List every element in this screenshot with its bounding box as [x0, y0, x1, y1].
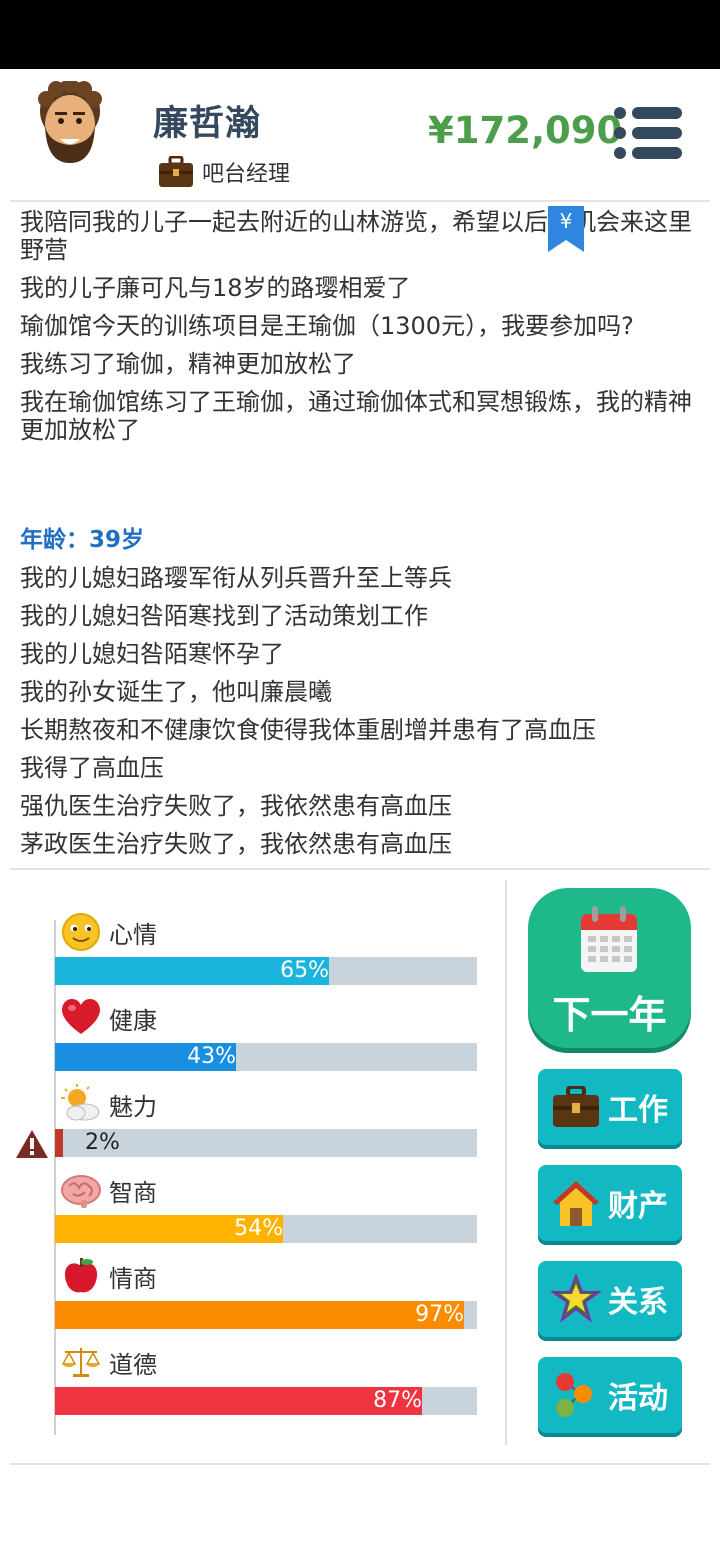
log-line: 我在瑜伽馆练习了王瑜伽，通过瑜伽体式和冥想锻炼，我的精神更加放松了 [20, 388, 692, 444]
warning-icon [16, 1130, 48, 1158]
stat-percent: 2% [85, 1130, 120, 1155]
footer-divider [10, 1463, 710, 1465]
stat-label: 情商 [109, 1264, 157, 1293]
stat-percent: 43% [187, 1044, 236, 1069]
house-icon [553, 1181, 599, 1226]
next-year-label: 下一年 [552, 993, 667, 1037]
calendar-icon [581, 906, 637, 972]
log-line: 我陪同我的儿子一起去附近的山林游览，希望以后有机会来这里野营 [20, 208, 692, 264]
stat-fill [55, 1301, 464, 1329]
log-line: 我练习了瑜伽，精神更加放松了 [20, 350, 356, 378]
stat-bar: 87% [55, 1387, 477, 1415]
sun-cloud-icon [61, 1084, 100, 1121]
log-line: 我的儿媳妇咎陌寒怀孕了 [20, 640, 284, 668]
brain-icon [61, 1175, 101, 1208]
stat-label: 心情 [109, 920, 157, 949]
stat-fill [55, 1387, 422, 1415]
stats-panel: 心情 65% 健康 43% 魅力 2% 智商 54% 情商 97% 道德 87% [10, 880, 510, 1435]
stat-mood: 心情 65% [55, 912, 477, 998]
apple-icon [64, 1258, 98, 1293]
panel-divider [505, 880, 507, 1445]
star-icon [551, 1274, 601, 1323]
log-line: 茅政医生治疗失败了，我依然患有高血压 [20, 830, 452, 858]
job-label: 吧台经理 [158, 154, 290, 190]
stat-percent: 87% [373, 1388, 422, 1413]
stat-eq: 情商 97% [55, 1256, 477, 1342]
avatar[interactable] [32, 81, 108, 165]
scales-icon [61, 1348, 101, 1377]
activity-dots-icon [556, 1373, 592, 1417]
work-button[interactable]: 工作 [538, 1069, 682, 1145]
header-divider [10, 200, 710, 202]
stat-fill [55, 1129, 63, 1157]
relations-label: 关系 [608, 1285, 668, 1320]
heart-icon [62, 999, 100, 1034]
stat-bar: 65% [55, 957, 477, 985]
log-divider [10, 868, 710, 870]
assets-label: 财产 [608, 1189, 668, 1224]
stat-percent: 97% [415, 1302, 464, 1327]
bookmark-label: ¥ [560, 209, 573, 233]
briefcase-icon [159, 156, 193, 187]
stat-iq: 智商 54% [55, 1170, 477, 1256]
money-bookmark-icon[interactable]: ¥ [548, 206, 584, 252]
log-line: 我的孙女诞生了，他叫廉晨曦 [20, 678, 332, 706]
log-line: 我的儿子廉可凡与18岁的路璎相爱了 [20, 274, 411, 302]
stat-percent: 54% [234, 1216, 283, 1241]
stat-health: 健康 43% [55, 998, 477, 1084]
status-bar [0, 0, 720, 69]
activities-label: 活动 [608, 1381, 668, 1416]
stat-label: 健康 [109, 1006, 157, 1035]
log-line: 我的儿媳妇路璎军衔从列兵晋升至上等兵 [20, 564, 452, 592]
log-line: 强仇医生治疗失败了，我依然患有高血压 [20, 792, 452, 820]
work-label: 工作 [608, 1093, 668, 1128]
menu-icon[interactable] [612, 105, 684, 161]
job-title: 吧台经理 [202, 162, 291, 187]
player-name: 廉哲瀚 [153, 104, 262, 144]
smiley-icon [62, 913, 100, 951]
money-balance: ¥172,090 [428, 109, 623, 152]
profile-header: 廉哲瀚 吧台经理 ¥172,090 [0, 69, 720, 201]
log-line: 长期熬夜和不健康饮食使得我体重剧增并患有了高血压 [20, 716, 596, 744]
stat-morality: 道德 87% [55, 1342, 477, 1428]
stat-percent: 65% [280, 958, 329, 983]
log-line: 瑜伽馆今天的训练项目是王瑜伽（1300元），我要参加吗? [20, 312, 634, 340]
event-log: 我陪同我的儿子一起去附近的山林游览，希望以后有机会来这里野营 我的儿子廉可凡与1… [20, 208, 700, 868]
age-label: 年龄：39岁 [20, 527, 145, 553]
log-line: 我的儿媳妇咎陌寒找到了活动策划工作 [20, 602, 428, 630]
stat-bar: 2% [55, 1129, 477, 1157]
stat-bar: 54% [55, 1215, 477, 1243]
next-year-button[interactable]: 下一年 [528, 888, 691, 1048]
log-line: 我得了高血压 [20, 754, 164, 782]
stat-label: 魅力 [109, 1092, 157, 1121]
stat-bar: 43% [55, 1043, 477, 1071]
stat-bar: 97% [55, 1301, 477, 1329]
briefcase-icon [553, 1086, 599, 1127]
assets-button[interactable]: 财产 [538, 1165, 682, 1241]
stat-label: 智商 [109, 1178, 157, 1207]
relations-button[interactable]: 关系 [538, 1261, 682, 1337]
activities-button[interactable]: 活动 [538, 1357, 682, 1433]
stat-label: 道德 [109, 1350, 157, 1379]
stat-charm: 魅力 2% [55, 1084, 477, 1170]
